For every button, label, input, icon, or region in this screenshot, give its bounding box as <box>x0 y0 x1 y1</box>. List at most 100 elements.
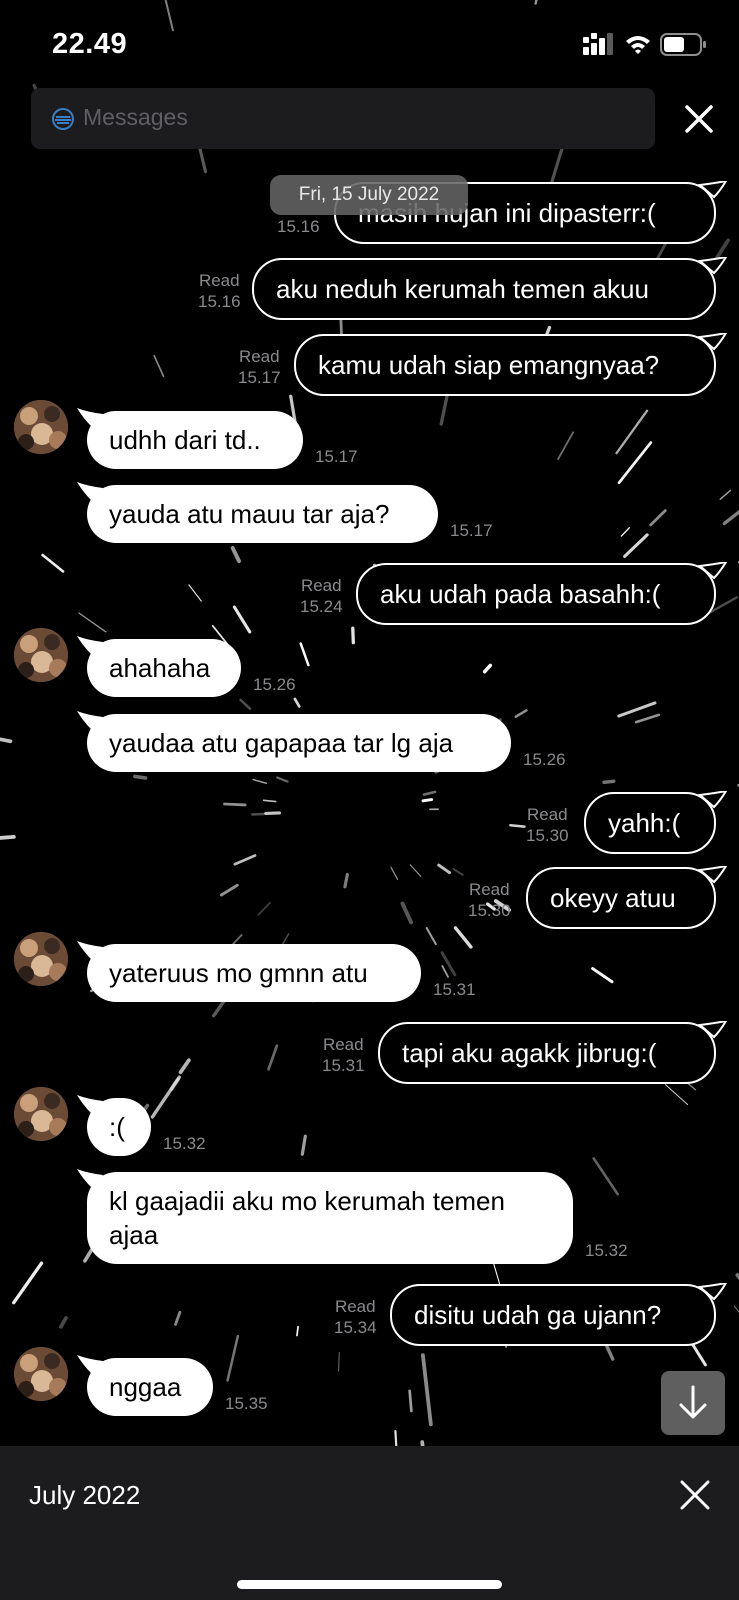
star-streak <box>615 409 649 455</box>
star-streak <box>267 1044 279 1071</box>
message-text: kl gaajadii aku mo kerumah temen ajaa <box>109 1186 505 1250</box>
star-streak <box>482 663 493 674</box>
message-text: ahahaha <box>109 653 211 683</box>
star-streak <box>620 527 630 537</box>
incoming-message-bubble[interactable]: kl gaajadii aku mo kerumah temen ajaa <box>77 1169 573 1264</box>
message-timestamp: 15.16 <box>277 217 320 236</box>
bubble-tail <box>77 1095 103 1113</box>
read-receipt: Read <box>238 347 280 366</box>
message-text: disitu udah ga ujann? <box>414 1300 662 1330</box>
message-timestamp: 15.34 <box>334 1318 377 1337</box>
message-text: tapi aku agakk jibrug:( <box>402 1038 657 1068</box>
message-timestamp: 15.26 <box>253 675 296 694</box>
message-timestamp: 15.17 <box>315 447 358 466</box>
message-meta: 15.35 <box>225 1393 268 1414</box>
star-streak <box>591 967 614 984</box>
message-timestamp: 15.32 <box>585 1241 628 1260</box>
bubble-tail <box>698 181 728 199</box>
star-streak <box>252 778 268 785</box>
star-streak <box>174 1310 182 1326</box>
message-timestamp: 15.31 <box>433 980 476 999</box>
star-streak <box>150 1075 181 1119</box>
star-streak <box>452 868 464 876</box>
outgoing-message-bubble[interactable]: aku neduh kerumah temen akuu <box>252 257 728 320</box>
star-streak <box>300 1134 307 1156</box>
star-streak <box>0 737 13 744</box>
star-streak <box>440 951 457 977</box>
avatar[interactable] <box>14 1347 68 1401</box>
search-bar[interactable]: Messages <box>31 88 655 149</box>
chevron-down-arrow-icon[interactable] <box>661 1371 725 1435</box>
avatar[interactable] <box>14 932 68 986</box>
star-streak <box>223 802 247 807</box>
star-streak <box>422 790 437 796</box>
star-streak <box>617 441 653 485</box>
outgoing-message-bubble[interactable]: tapi aku agakk jibrug:( <box>378 1021 728 1084</box>
message-meta: 15.26 <box>253 674 296 695</box>
star-streak <box>257 901 271 916</box>
incoming-message-bubble[interactable]: yauda atu mauu tar aja? <box>77 482 438 543</box>
incoming-message-bubble[interactable]: yaudaa atu gapapaa tar lg aja <box>77 711 511 772</box>
message-meta: 15.17 <box>315 446 358 467</box>
message-text: aku neduh kerumah temen akuu <box>276 274 649 304</box>
message-meta: Read 15.16 <box>198 270 241 312</box>
star-streak <box>343 872 349 889</box>
avatar[interactable] <box>14 628 68 682</box>
star-streak <box>390 866 399 881</box>
status-bar: 22.49 <box>0 0 739 88</box>
search-placeholder: Messages <box>83 104 188 130</box>
avatar[interactable] <box>14 1087 68 1141</box>
message-timestamp: 15.32 <box>163 1134 206 1153</box>
star-streak <box>394 1429 398 1446</box>
star-streak <box>514 709 528 718</box>
avatar-photo-icon <box>14 932 68 986</box>
outgoing-message-bubble[interactable]: aku udah pada basahh:( <box>356 562 728 625</box>
incoming-message-bubble[interactable]: ahahaha <box>77 636 241 697</box>
message-timestamp: 15.17 <box>238 368 281 387</box>
incoming-message-bubble[interactable]: udhh dari td.. <box>77 408 303 469</box>
star-streak <box>719 489 732 500</box>
date-separator: Fri, 15 July 2022 <box>270 175 468 215</box>
star-streak <box>0 834 16 840</box>
outgoing-message-bubble[interactable]: disitu udah ga ujann? <box>390 1283 728 1346</box>
star-streak <box>178 1058 191 1075</box>
message-timestamp: 15.26 <box>523 750 566 769</box>
read-receipt: Read <box>300 576 342 595</box>
close-icon[interactable] <box>680 100 718 138</box>
star-streak <box>602 779 616 785</box>
star-streak <box>293 697 301 708</box>
outgoing-message-bubble[interactable]: yahh:( <box>584 791 728 854</box>
star-streak <box>420 1353 433 1427</box>
read-receipt: Read <box>334 1297 376 1316</box>
outgoing-message-bubble[interactable]: kamu udah siap emangnyaa? <box>294 333 728 396</box>
avatar[interactable] <box>14 400 68 454</box>
bubble-tail <box>698 1021 728 1039</box>
message-text: aku udah pada basahh:( <box>380 579 661 609</box>
read-receipt: Read <box>322 1035 364 1054</box>
message-timestamp: 15.35 <box>225 1394 268 1413</box>
battery-icon <box>660 33 706 56</box>
avatar-photo-icon <box>14 1347 68 1401</box>
star-streak <box>634 713 661 724</box>
outgoing-message-bubble[interactable]: okeyy atuu <box>526 866 728 929</box>
star-streak <box>617 701 657 718</box>
message-meta: Read 15.34 <box>334 1296 377 1338</box>
incoming-message-bubble[interactable]: :( <box>77 1095 151 1156</box>
star-streak <box>425 927 437 946</box>
incoming-message-bubble[interactable]: nggaa <box>77 1355 213 1416</box>
bubble-tail <box>77 941 103 959</box>
bubble-tail <box>77 1355 103 1373</box>
close-icon[interactable] <box>678 1478 712 1512</box>
incoming-message-bubble[interactable]: yateruus mo gmnn atu <box>77 941 421 1002</box>
star-streak <box>722 509 739 526</box>
message-meta: 15.31 <box>433 979 476 1000</box>
message-timestamp: 15.17 <box>450 521 493 540</box>
message-meta: 15.32 <box>163 1133 206 1154</box>
star-streak <box>233 854 257 866</box>
message-text: nggaa <box>109 1372 182 1402</box>
star-streak <box>276 776 289 783</box>
message-timestamp: 15.30 <box>468 901 511 920</box>
star-streak <box>226 1334 240 1382</box>
star-streak <box>78 612 107 633</box>
bubble-tail <box>77 408 103 426</box>
